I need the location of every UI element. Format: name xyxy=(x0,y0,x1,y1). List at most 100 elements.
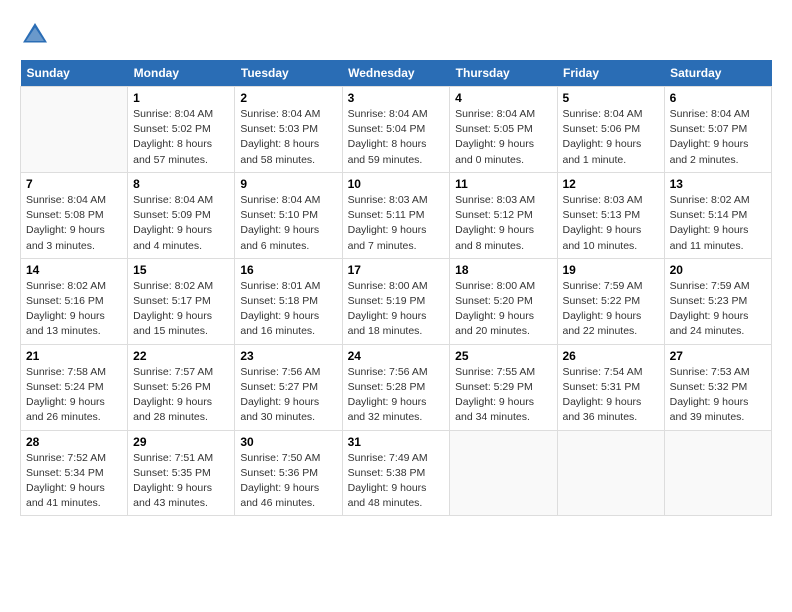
day-number: 18 xyxy=(455,263,551,277)
week-row-5: 28Sunrise: 7:52 AMSunset: 5:34 PMDayligh… xyxy=(21,430,772,516)
day-info: Sunrise: 8:04 AMSunset: 5:05 PMDaylight:… xyxy=(455,107,551,168)
day-cell: 15 Sunrise: 8:02 AMSunset: 5:17 PMDayligh… xyxy=(128,258,235,344)
day-cell: 13Sunrise: 8:02 AMSunset: 5:14 PMDayligh… xyxy=(664,172,771,258)
day-header-saturday: Saturday xyxy=(664,60,771,87)
day-number: 2 xyxy=(240,91,336,105)
day-number: 7 xyxy=(26,177,122,191)
day-info: Sunrise: 8:04 AMSunset: 5:06 PMDaylight:… xyxy=(563,107,659,168)
day-cell: 27 Sunrise: 7:53 AMSunset: 5:32 PMDayligh… xyxy=(664,344,771,430)
day-info: Sunrise: 8:04 AMSunset: 5:08 PMDaylight:… xyxy=(26,193,122,254)
day-cell: 6Sunrise: 8:04 AMSunset: 5:07 PMDaylight… xyxy=(664,87,771,173)
day-cell: 28Sunrise: 7:52 AMSunset: 5:34 PMDayligh… xyxy=(21,430,128,516)
day-number: 12 xyxy=(563,177,659,191)
day-cell: 2 Sunrise: 8:04 AMSunset: 5:03 PMDaylight… xyxy=(235,87,342,173)
day-info: Sunrise: 8:04 AMSunset: 5:02 PMDaylight:… xyxy=(133,107,229,168)
day-info: Sunrise: 7:54 AMSunset: 5:31 PMDaylight:… xyxy=(563,365,659,426)
day-number: 16 xyxy=(240,263,336,277)
day-info: Sunrise: 8:04 AMSunset: 5:09 PMDaylight:… xyxy=(133,193,229,254)
day-info: Sunrise: 8:04 AMSunset: 5:03 PMDaylight:… xyxy=(240,107,336,168)
day-number: 27 xyxy=(670,349,766,363)
day-cell xyxy=(557,430,664,516)
day-number: 8 xyxy=(133,177,229,191)
day-info: Sunrise: 8:02 AMSunset: 5:17 PMDaylight:… xyxy=(133,279,229,340)
day-cell: 1 Sunrise: 8:04 AMSunset: 5:02 PMDaylight… xyxy=(128,87,235,173)
day-cell: 11 Sunrise: 8:03 AMSunset: 5:12 PMDayligh… xyxy=(450,172,557,258)
week-row-4: 21 Sunrise: 7:58 AMSunset: 5:24 PMDayligh… xyxy=(21,344,772,430)
day-number: 15 xyxy=(133,263,229,277)
day-number: 1 xyxy=(133,91,229,105)
logo xyxy=(20,20,56,50)
day-number: 30 xyxy=(240,435,336,449)
day-cell: 5 Sunrise: 8:04 AMSunset: 5:06 PMDaylight… xyxy=(557,87,664,173)
day-info: Sunrise: 7:51 AMSunset: 5:35 PMDaylight:… xyxy=(133,451,229,512)
day-cell: 4Sunrise: 8:04 AMSunset: 5:05 PMDaylight… xyxy=(450,87,557,173)
week-row-3: 14Sunrise: 8:02 AMSunset: 5:16 PMDayligh… xyxy=(21,258,772,344)
day-cell: 12Sunrise: 8:03 AMSunset: 5:13 PMDayligh… xyxy=(557,172,664,258)
day-cell: 26 Sunrise: 7:54 AMSunset: 5:31 PMDayligh… xyxy=(557,344,664,430)
day-cell xyxy=(450,430,557,516)
day-cell: 10 Sunrise: 8:03 AMSunset: 5:11 PMDayligh… xyxy=(342,172,450,258)
day-cell: 17Sunrise: 8:00 AMSunset: 5:19 PMDayligh… xyxy=(342,258,450,344)
day-cell: 16Sunrise: 8:01 AMSunset: 5:18 PMDayligh… xyxy=(235,258,342,344)
logo-icon xyxy=(20,20,50,50)
week-row-1: 1 Sunrise: 8:04 AMSunset: 5:02 PMDaylight… xyxy=(21,87,772,173)
day-header-thursday: Thursday xyxy=(450,60,557,87)
day-info: Sunrise: 7:59 AMSunset: 5:23 PMDaylight:… xyxy=(670,279,766,340)
day-info: Sunrise: 8:04 AMSunset: 5:04 PMDaylight:… xyxy=(348,107,445,168)
day-info: Sunrise: 7:57 AMSunset: 5:26 PMDaylight:… xyxy=(133,365,229,426)
day-cell: 25 Sunrise: 7:55 AMSunset: 5:29 PMDayligh… xyxy=(450,344,557,430)
day-info: Sunrise: 8:03 AMSunset: 5:12 PMDaylight:… xyxy=(455,193,551,254)
day-number: 25 xyxy=(455,349,551,363)
day-number: 23 xyxy=(240,349,336,363)
day-header-row: SundayMondayTuesdayWednesdayThursdayFrid… xyxy=(21,60,772,87)
day-cell: 3 Sunrise: 8:04 AMSunset: 5:04 PMDaylight… xyxy=(342,87,450,173)
day-number: 9 xyxy=(240,177,336,191)
day-cell xyxy=(664,430,771,516)
day-number: 26 xyxy=(563,349,659,363)
day-cell: 20 Sunrise: 7:59 AMSunset: 5:23 PMDayligh… xyxy=(664,258,771,344)
day-info: Sunrise: 7:59 AMSunset: 5:22 PMDaylight:… xyxy=(563,279,659,340)
day-cell: 7 Sunrise: 8:04 AMSunset: 5:08 PMDaylight… xyxy=(21,172,128,258)
day-number: 19 xyxy=(563,263,659,277)
day-number: 31 xyxy=(348,435,445,449)
day-cell: 21 Sunrise: 7:58 AMSunset: 5:24 PMDayligh… xyxy=(21,344,128,430)
day-number: 21 xyxy=(26,349,122,363)
day-number: 24 xyxy=(348,349,445,363)
day-info: Sunrise: 8:03 AMSunset: 5:11 PMDaylight:… xyxy=(348,193,445,254)
day-info: Sunrise: 8:02 AMSunset: 5:16 PMDaylight:… xyxy=(26,279,122,340)
day-header-friday: Friday xyxy=(557,60,664,87)
day-number: 11 xyxy=(455,177,551,191)
day-number: 10 xyxy=(348,177,445,191)
day-info: Sunrise: 8:00 AMSunset: 5:19 PMDaylight:… xyxy=(348,279,445,340)
day-cell: 23 Sunrise: 7:56 AMSunset: 5:27 PMDayligh… xyxy=(235,344,342,430)
day-cell: 9 Sunrise: 8:04 AMSunset: 5:10 PMDaylight… xyxy=(235,172,342,258)
day-header-sunday: Sunday xyxy=(21,60,128,87)
day-info: Sunrise: 7:53 AMSunset: 5:32 PMDaylight:… xyxy=(670,365,766,426)
day-info: Sunrise: 7:56 AMSunset: 5:27 PMDaylight:… xyxy=(240,365,336,426)
day-cell: 14Sunrise: 8:02 AMSunset: 5:16 PMDayligh… xyxy=(21,258,128,344)
day-info: Sunrise: 8:00 AMSunset: 5:20 PMDaylight:… xyxy=(455,279,551,340)
day-cell: 29 Sunrise: 7:51 AMSunset: 5:35 PMDayligh… xyxy=(128,430,235,516)
day-info: Sunrise: 7:58 AMSunset: 5:24 PMDaylight:… xyxy=(26,365,122,426)
day-header-tuesday: Tuesday xyxy=(235,60,342,87)
day-info: Sunrise: 7:50 AMSunset: 5:36 PMDaylight:… xyxy=(240,451,336,512)
day-cell: 22Sunrise: 7:57 AMSunset: 5:26 PMDayligh… xyxy=(128,344,235,430)
day-info: Sunrise: 7:55 AMSunset: 5:29 PMDaylight:… xyxy=(455,365,551,426)
day-cell: 30 Sunrise: 7:50 AMSunset: 5:36 PMDayligh… xyxy=(235,430,342,516)
week-row-2: 7 Sunrise: 8:04 AMSunset: 5:08 PMDaylight… xyxy=(21,172,772,258)
day-cell: 31Sunrise: 7:49 AMSunset: 5:38 PMDayligh… xyxy=(342,430,450,516)
day-number: 20 xyxy=(670,263,766,277)
day-number: 5 xyxy=(563,91,659,105)
calendar-table: SundayMondayTuesdayWednesdayThursdayFrid… xyxy=(20,60,772,516)
day-cell: 19 Sunrise: 7:59 AMSunset: 5:22 PMDayligh… xyxy=(557,258,664,344)
day-cell xyxy=(21,87,128,173)
day-cell: 18 Sunrise: 8:00 AMSunset: 5:20 PMDayligh… xyxy=(450,258,557,344)
day-header-monday: Monday xyxy=(128,60,235,87)
day-info: Sunrise: 7:52 AMSunset: 5:34 PMDaylight:… xyxy=(26,451,122,512)
day-number: 3 xyxy=(348,91,445,105)
day-number: 29 xyxy=(133,435,229,449)
day-info: Sunrise: 8:04 AMSunset: 5:10 PMDaylight:… xyxy=(240,193,336,254)
day-cell: 8 Sunrise: 8:04 AMSunset: 5:09 PMDaylight… xyxy=(128,172,235,258)
day-info: Sunrise: 8:02 AMSunset: 5:14 PMDaylight:… xyxy=(670,193,766,254)
day-cell: 24Sunrise: 7:56 AMSunset: 5:28 PMDayligh… xyxy=(342,344,450,430)
